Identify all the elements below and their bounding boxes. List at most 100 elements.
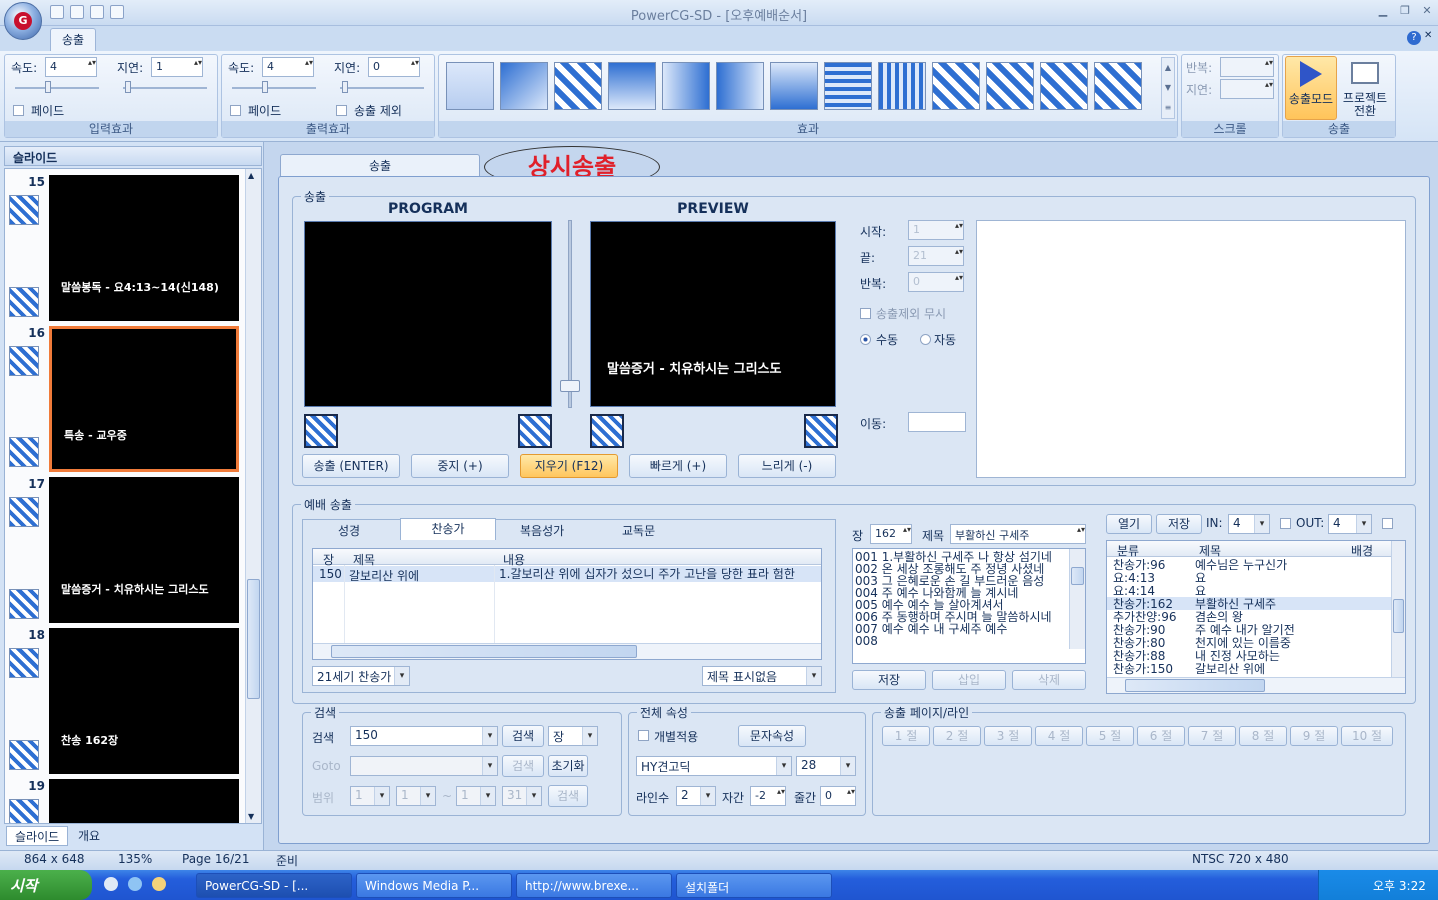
transition-slider-thumb[interactable] bbox=[560, 380, 580, 392]
taskbar-item-folder[interactable]: 설치폴더 bbox=[676, 873, 832, 898]
clear-button[interactable]: 지우기 (F12) bbox=[520, 454, 618, 478]
open-button[interactable]: 열기 bbox=[1106, 514, 1152, 534]
range-search-button[interactable]: 검색 bbox=[548, 785, 588, 807]
slide-out-effect-icon[interactable] bbox=[9, 589, 39, 619]
playlist-vscroll[interactable] bbox=[1391, 541, 1405, 677]
help-icon[interactable]: ? bbox=[1407, 31, 1421, 45]
title-input[interactable]: 부활하신 구세주 bbox=[950, 524, 1086, 544]
effect-box-icon[interactable] bbox=[500, 62, 548, 110]
effect-wipe-right-icon[interactable] bbox=[716, 62, 764, 110]
close-button[interactable]: ✕ bbox=[1416, 4, 1438, 20]
input-delay-spinner[interactable]: 1 bbox=[151, 57, 203, 77]
slide-list-scrollbar[interactable]: ▲ ▼ bbox=[245, 169, 261, 823]
effect-split-icon[interactable] bbox=[1040, 62, 1088, 110]
start-spinner[interactable]: 1 bbox=[908, 220, 964, 240]
output-fade-checkbox[interactable] bbox=[230, 105, 241, 116]
slide-in-effect-icon[interactable] bbox=[9, 497, 39, 527]
lines-select[interactable]: 2 bbox=[676, 786, 716, 806]
tab-responsive[interactable]: 교독문 bbox=[622, 522, 655, 539]
verse-button[interactable]: 7 절 bbox=[1188, 726, 1236, 746]
effect-wipe-up-icon[interactable] bbox=[770, 62, 818, 110]
effect-blinds-icon[interactable] bbox=[824, 62, 872, 110]
effect-dissolve-icon[interactable] bbox=[932, 62, 980, 110]
scroll-up-icon[interactable]: ▲ bbox=[248, 171, 254, 180]
lyrics-insert-button[interactable]: 삽입 bbox=[932, 670, 1006, 690]
playlist-save-button[interactable]: 저장 bbox=[1156, 514, 1202, 534]
unit-select[interactable]: 장 bbox=[548, 726, 598, 746]
list-item[interactable]: 찬송가:88 bbox=[1113, 650, 1165, 662]
reset-button[interactable]: 초기화 bbox=[548, 755, 588, 777]
effect-none-icon[interactable] bbox=[446, 62, 494, 110]
col-header-background[interactable]: 배경 bbox=[1351, 542, 1373, 559]
slide-thumbnail[interactable]: 말씀봉독 - 요4:13~14(신148) bbox=[49, 175, 239, 321]
end-spinner[interactable]: 21 bbox=[908, 246, 964, 266]
verse-button[interactable]: 1 절 bbox=[882, 726, 930, 746]
goto-search-button[interactable]: 검색 bbox=[502, 755, 544, 777]
verse-button[interactable]: 5 절 bbox=[1086, 726, 1134, 746]
tab-broadcast[interactable]: 송출 bbox=[50, 28, 96, 52]
col-header-title[interactable]: 제목 bbox=[1199, 542, 1221, 559]
minimize-button[interactable]: ▁ bbox=[1372, 4, 1394, 20]
range-select[interactable]: 1 bbox=[350, 786, 390, 806]
effect-dissolve2-icon[interactable] bbox=[986, 62, 1034, 110]
repeat-spinner[interactable]: 0 bbox=[908, 272, 964, 292]
slide-out-effect-icon[interactable] bbox=[9, 437, 39, 467]
scroll-thumb[interactable] bbox=[1071, 567, 1084, 585]
send-button[interactable]: 송출 (ENTER) bbox=[302, 454, 400, 478]
verse-button[interactable]: 2 절 bbox=[933, 726, 981, 746]
range-select[interactable]: 1 bbox=[456, 786, 496, 806]
col-header-category[interactable]: 분류 bbox=[1117, 542, 1139, 559]
linegap-spinner[interactable]: 0 bbox=[820, 786, 856, 806]
preview-out-effect-icon[interactable] bbox=[804, 414, 838, 448]
media-icon[interactable] bbox=[152, 877, 166, 891]
list-item[interactable]: 찬송가:162 bbox=[1113, 598, 1173, 610]
tab-slides[interactable]: 슬라이드 bbox=[6, 826, 69, 846]
list-item[interactable]: 찬송가:80 bbox=[1113, 637, 1165, 649]
range-select[interactable]: 1 bbox=[396, 786, 436, 806]
lyrics-scrollbar[interactable] bbox=[1069, 549, 1085, 649]
auto-radio[interactable] bbox=[920, 334, 931, 345]
verse-button[interactable]: 9 절 bbox=[1290, 726, 1338, 746]
effect-wipe-down-icon[interactable] bbox=[608, 62, 656, 110]
scroll-down-icon[interactable]: ▼ bbox=[248, 812, 254, 821]
verse-button[interactable]: 3 절 bbox=[984, 726, 1032, 746]
scroll-repeat-spinner[interactable] bbox=[1220, 57, 1274, 77]
scroll-thumb[interactable] bbox=[1125, 679, 1265, 692]
start-button[interactable]: 시작 bbox=[0, 870, 92, 900]
slide-in-effect-icon[interactable] bbox=[9, 346, 39, 376]
in-select[interactable]: 4 bbox=[1228, 514, 1270, 534]
project-switch-button[interactable]: 프로젝트 전환 bbox=[1339, 56, 1391, 120]
lyrics-box[interactable]: 001 1.부활하신 구세주 나 항상 섬기네 002 온 세상 조롱해도 주 … bbox=[852, 548, 1086, 664]
list-item[interactable]: 추가찬양:96 bbox=[1113, 611, 1176, 623]
move-input[interactable] bbox=[908, 412, 966, 432]
ie-icon[interactable] bbox=[128, 877, 142, 891]
output-delay-slider[interactable] bbox=[340, 81, 424, 93]
preview-in-effect-icon[interactable] bbox=[590, 414, 624, 448]
search-button[interactable]: 검색 bbox=[502, 725, 544, 747]
tab-broadcast-main[interactable]: 송출 bbox=[280, 154, 480, 178]
output-speed-slider[interactable] bbox=[232, 81, 316, 93]
individual-checkbox[interactable] bbox=[638, 730, 649, 741]
ignore-exclude-checkbox[interactable] bbox=[860, 308, 871, 319]
tab-outline[interactable]: 개요 bbox=[70, 826, 108, 846]
program-in-effect-icon[interactable] bbox=[304, 414, 338, 448]
list-item[interactable]: 요:4:13 bbox=[1113, 572, 1155, 584]
extra-checkbox[interactable] bbox=[1382, 518, 1393, 529]
search-input[interactable]: 150 bbox=[350, 726, 498, 746]
goto-select[interactable] bbox=[350, 756, 498, 776]
slower-button[interactable]: 느리게 (-) bbox=[738, 454, 836, 478]
scroll-thumb[interactable] bbox=[331, 645, 637, 658]
verse-button[interactable]: 4 절 bbox=[1035, 726, 1083, 746]
grid-hscroll[interactable] bbox=[313, 643, 821, 659]
slide-in-effect-icon[interactable] bbox=[9, 799, 39, 823]
app-menu-button[interactable]: G bbox=[4, 2, 42, 40]
slide-out-effect-icon[interactable] bbox=[9, 740, 39, 770]
list-item[interactable]: 찬송가:90 bbox=[1113, 624, 1165, 636]
list-item[interactable]: 찬송가:96 bbox=[1113, 559, 1165, 571]
tab-bible[interactable]: 성경 bbox=[338, 522, 360, 539]
range-select[interactable]: 31 bbox=[502, 786, 542, 806]
program-out-effect-icon[interactable] bbox=[518, 414, 552, 448]
font-size-select[interactable]: 28 bbox=[796, 756, 856, 776]
input-speed-slider[interactable] bbox=[15, 81, 99, 93]
title-display-select[interactable]: 제목 표시없음 bbox=[702, 666, 822, 686]
